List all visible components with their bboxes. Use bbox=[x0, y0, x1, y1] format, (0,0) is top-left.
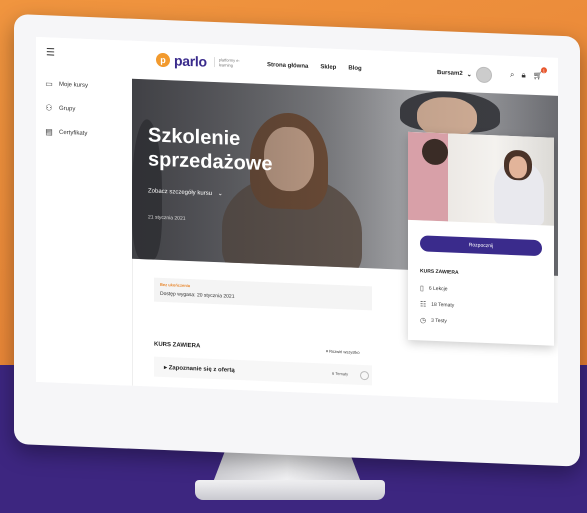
group-icon: ⚇ bbox=[45, 103, 53, 113]
card-item-topics: ☷ 18 Tematy bbox=[420, 300, 454, 309]
sidebar-item-my-courses[interactable]: ▭ Moje kursy bbox=[44, 79, 88, 90]
logo[interactable]: p parlo platformy e-learning bbox=[156, 52, 249, 72]
course-card: Rozpocznij KURS ZAWIERA ▯ 6 Lekcje ☷ 18 … bbox=[408, 131, 554, 346]
card-item-label: 18 Tematy bbox=[431, 301, 455, 309]
sidebar-item-groups[interactable]: ⚇ Grupy bbox=[44, 103, 75, 113]
certificate-icon: ▤ bbox=[45, 127, 53, 137]
card-image bbox=[408, 131, 554, 226]
cart-badge: 1 bbox=[540, 67, 547, 74]
page-title: Szkolenie sprzedażowe bbox=[148, 123, 272, 176]
lesson-progress-circle bbox=[360, 370, 369, 381]
card-item-label: 3 Testy bbox=[431, 317, 447, 325]
logo-text: parlo bbox=[174, 52, 207, 70]
clock-icon: ◷ bbox=[420, 317, 427, 325]
screen: ☰ ▭ Moje kursy ⚇ Grupy ▤ Certyfikaty p p… bbox=[36, 36, 558, 403]
nav-shop[interactable]: Sklep bbox=[320, 64, 336, 71]
monitor-icon: ▭ bbox=[45, 79, 53, 89]
user-menu[interactable]: Bursam2 ⌄ bbox=[437, 65, 492, 84]
nav-blog[interactable]: Blog bbox=[348, 65, 361, 72]
section-title: KURS ZAWIERA bbox=[154, 341, 201, 350]
sidebar-item-label: Certyfikaty bbox=[59, 129, 88, 137]
search-icon[interactable]: ⌕ bbox=[510, 70, 514, 80]
lesson-title: ▸ Zapoznanie się z ofertą bbox=[164, 364, 235, 374]
card-item-tests: ◷ 3 Testy bbox=[420, 316, 447, 325]
card-heading: KURS ZAWIERA bbox=[420, 268, 459, 276]
monitor: ☰ ▭ Moje kursy ⚇ Grupy ▤ Certyfikaty p p… bbox=[14, 14, 580, 467]
sidebar-item-label: Moje kursy bbox=[59, 81, 89, 89]
sidebar: ☰ ▭ Moje kursy ⚇ Grupy ▤ Certyfikaty bbox=[36, 36, 133, 386]
notice-label: Bez ukończenia bbox=[160, 281, 191, 289]
lesson-count: 6 Tematy bbox=[332, 370, 349, 377]
lock-icon[interactable]: 🔒︎ bbox=[521, 70, 525, 80]
sidebar-item-certificates[interactable]: ▤ Certyfikaty bbox=[44, 127, 87, 138]
user-name: Bursam2 bbox=[437, 69, 463, 78]
book-icon: ▯ bbox=[420, 285, 424, 293]
card-image-head-left bbox=[422, 138, 448, 166]
expand-all-label: Rozwiń wszystko bbox=[329, 348, 360, 355]
avatar[interactable] bbox=[475, 66, 492, 84]
access-notice: Bez ukończenia Dostęp wygasa: 20 styczni… bbox=[154, 277, 372, 311]
monitor-base bbox=[195, 480, 385, 500]
lesson-title-text: Zapoznanie się z ofertą bbox=[168, 365, 235, 374]
start-button[interactable]: Rozpocznij bbox=[420, 235, 542, 257]
list-icon: ☷ bbox=[420, 301, 427, 309]
logo-subtitle: platformy e-learning bbox=[213, 57, 249, 69]
chevron-down-icon: ▾ bbox=[326, 348, 329, 354]
title-line-2: sprzedażowe bbox=[148, 148, 273, 176]
sidebar-item-label: Grupy bbox=[59, 105, 76, 112]
card-item-label: 6 Lekcje bbox=[428, 285, 448, 293]
lesson-row[interactable]: ▸ Zapoznanie się z ofertą 6 Tematy bbox=[154, 356, 372, 386]
notice-text: Dostęp wygasa: 20 stycznia 2021 bbox=[160, 290, 235, 300]
chevron-down-icon: ⌄ bbox=[217, 191, 223, 198]
main-nav: Strona główna Sklep Blog bbox=[267, 62, 362, 72]
logo-mark: p bbox=[156, 52, 170, 68]
card-item-lessons: ▯ 6 Lekcje bbox=[420, 284, 447, 293]
hamburger-icon[interactable]: ☰ bbox=[46, 47, 55, 58]
top-icons: ⌕ 🔒︎ 🛒︎ 1 bbox=[510, 67, 547, 81]
nav-home[interactable]: Strona główna bbox=[267, 62, 308, 70]
card-image-face-right bbox=[509, 155, 527, 179]
chevron-down-icon: ⌄ bbox=[466, 71, 472, 78]
cart-icon[interactable]: 🛒︎ 1 bbox=[533, 67, 547, 81]
expand-all-button[interactable]: ▾ Rozwiń wszystko bbox=[326, 349, 360, 355]
